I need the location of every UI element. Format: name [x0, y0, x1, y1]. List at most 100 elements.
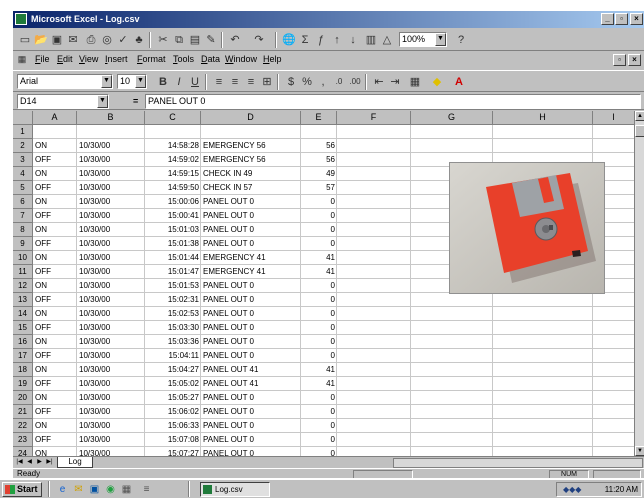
cell-e19[interactable]: 41 [301, 377, 337, 391]
prev-sheet-icon[interactable]: ◀ [25, 458, 34, 467]
cell-e2[interactable]: 56 [301, 139, 337, 153]
cell-e3[interactable]: 56 [301, 153, 337, 167]
cell-d15[interactable]: PANEL OUT 0 [201, 321, 301, 335]
cell-e10[interactable]: 41 [301, 251, 337, 265]
channels-icon[interactable]: ◉ [104, 483, 117, 496]
cell-a15[interactable]: OFF [33, 321, 77, 335]
last-sheet-icon[interactable]: ▶| [45, 458, 54, 467]
outlook-icon[interactable]: ✉ [72, 483, 85, 496]
row-header-1[interactable]: 1 [13, 125, 33, 139]
cell-b14[interactable]: 10/30/00 [77, 307, 145, 321]
cell-e17[interactable]: 0 [301, 349, 337, 363]
borders-icon[interactable]: ▦ [407, 74, 423, 90]
cell-e18[interactable]: 41 [301, 363, 337, 377]
hyperlink-icon[interactable]: 🌐 [281, 32, 297, 48]
cell-d22[interactable]: PANEL OUT 0 [201, 419, 301, 433]
percent-icon[interactable]: % [299, 74, 315, 90]
cell-c10[interactable]: 15:01:44 [145, 251, 201, 265]
cell-d13[interactable]: PANEL OUT 0 [201, 293, 301, 307]
cell-b3[interactable]: 10/30/00 [77, 153, 145, 167]
row-header-2[interactable]: 2 [13, 139, 33, 153]
vertical-scrollbar[interactable]: ▲ ▼ [634, 111, 644, 456]
excel-task-icon[interactable]: ▦ [120, 483, 133, 496]
cell-b24[interactable]: 10/30/00 [77, 447, 145, 456]
row-header-11[interactable]: 11 [13, 265, 33, 279]
cell-d7[interactable]: PANEL OUT 0 [201, 209, 301, 223]
menu-tools[interactable]: Tools [173, 54, 194, 64]
scroll-down-icon[interactable]: ▼ [635, 446, 644, 456]
row-header-3[interactable]: 3 [13, 153, 33, 167]
cell-b1[interactable] [77, 125, 145, 139]
align-right-icon[interactable]: ≡ [243, 74, 259, 90]
column-header-c[interactable]: C [145, 111, 201, 125]
row-header-17[interactable]: 17 [13, 349, 33, 363]
cell-c20[interactable]: 15:05:27 [145, 391, 201, 405]
cell-d5[interactable]: CHECK IN 57 [201, 181, 301, 195]
minimize-icon[interactable]: _ [601, 13, 614, 25]
print-preview-icon[interactable]: ◎ [99, 32, 115, 48]
cell-b13[interactable]: 10/30/00 [77, 293, 145, 307]
research-icon[interactable]: ♣ [131, 32, 147, 48]
cell-c17[interactable]: 15:04:11 [145, 349, 201, 363]
open-icon[interactable]: 📂 [33, 32, 49, 48]
cell-a17[interactable]: OFF [33, 349, 77, 363]
cell-b20[interactable]: 10/30/00 [77, 391, 145, 405]
cell-a19[interactable]: OFF [33, 377, 77, 391]
print-icon[interactable]: ⎙ [83, 32, 99, 48]
cell-c15[interactable]: 15:03:30 [145, 321, 201, 335]
format-painter-icon[interactable]: ✎ [203, 32, 219, 48]
next-sheet-icon[interactable]: ▶ [35, 458, 44, 467]
tray-speaker-icon[interactable]: ◆◆◆ [563, 483, 581, 496]
row-header-19[interactable]: 19 [13, 377, 33, 391]
row-header-6[interactable]: 6 [13, 195, 33, 209]
cell-d16[interactable]: PANEL OUT 0 [201, 335, 301, 349]
row-header-18[interactable]: 18 [13, 363, 33, 377]
cell-e22[interactable]: 0 [301, 419, 337, 433]
cell-b19[interactable]: 10/30/00 [77, 377, 145, 391]
restore-icon[interactable]: ▫ [615, 13, 628, 25]
doc-restore-icon[interactable]: ▫ [613, 54, 626, 66]
scroll-thumb[interactable] [635, 125, 644, 137]
cell-e9[interactable]: 0 [301, 237, 337, 251]
cell-a11[interactable]: OFF [33, 265, 77, 279]
sheet-tab-log[interactable]: Log [57, 457, 93, 468]
taskbar-item-log[interactable]: Log.csv [200, 482, 270, 497]
cell-c1[interactable] [145, 125, 201, 139]
cell-a3[interactable]: OFF [33, 153, 77, 167]
paste-function-icon[interactable]: ƒ [313, 32, 329, 48]
cell-c23[interactable]: 15:07:08 [145, 433, 201, 447]
cell-c6[interactable]: 15:00:06 [145, 195, 201, 209]
cell-a23[interactable]: OFF [33, 433, 77, 447]
cell-a7[interactable]: OFF [33, 209, 77, 223]
cell-c7[interactable]: 15:00:41 [145, 209, 201, 223]
cell-e6[interactable]: 0 [301, 195, 337, 209]
cell-a10[interactable]: ON [33, 251, 77, 265]
increase-decimal-icon[interactable]: .0 [331, 74, 347, 90]
cell-c2[interactable]: 14:58:28 [145, 139, 201, 153]
menu-data[interactable]: Data [201, 54, 220, 64]
cell-b10[interactable]: 10/30/00 [77, 251, 145, 265]
cell-e14[interactable]: 0 [301, 307, 337, 321]
ie-icon[interactable]: e [56, 483, 69, 496]
column-header-d[interactable]: D [201, 111, 301, 125]
column-header-i[interactable]: I [593, 111, 635, 125]
zoom-select[interactable]: 100% ▼ [399, 32, 447, 47]
menu-window[interactable]: Window [225, 54, 257, 64]
row-header-4[interactable]: 4 [13, 167, 33, 181]
document-icon[interactable]: ▦ [15, 52, 29, 66]
cell-e5[interactable]: 57 [301, 181, 337, 195]
menu-format[interactable]: Format [137, 54, 166, 64]
cell-c16[interactable]: 15:03:36 [145, 335, 201, 349]
increase-indent-icon[interactable]: ⇥ [387, 74, 403, 90]
cell-c18[interactable]: 15:04:27 [145, 363, 201, 377]
cell-d12[interactable]: PANEL OUT 0 [201, 279, 301, 293]
column-header-f[interactable]: F [337, 111, 411, 125]
cell-d9[interactable]: PANEL OUT 0 [201, 237, 301, 251]
undo-icon[interactable]: ↶ [227, 32, 243, 48]
cell-d17[interactable]: PANEL OUT 0 [201, 349, 301, 363]
cell-e13[interactable]: 0 [301, 293, 337, 307]
align-left-icon[interactable]: ≡ [211, 74, 227, 90]
chevron-down-icon[interactable]: ▼ [135, 75, 146, 88]
font-size-select[interactable]: 10 ▼ [117, 74, 147, 89]
scroll-up-icon[interactable]: ▲ [635, 111, 644, 121]
